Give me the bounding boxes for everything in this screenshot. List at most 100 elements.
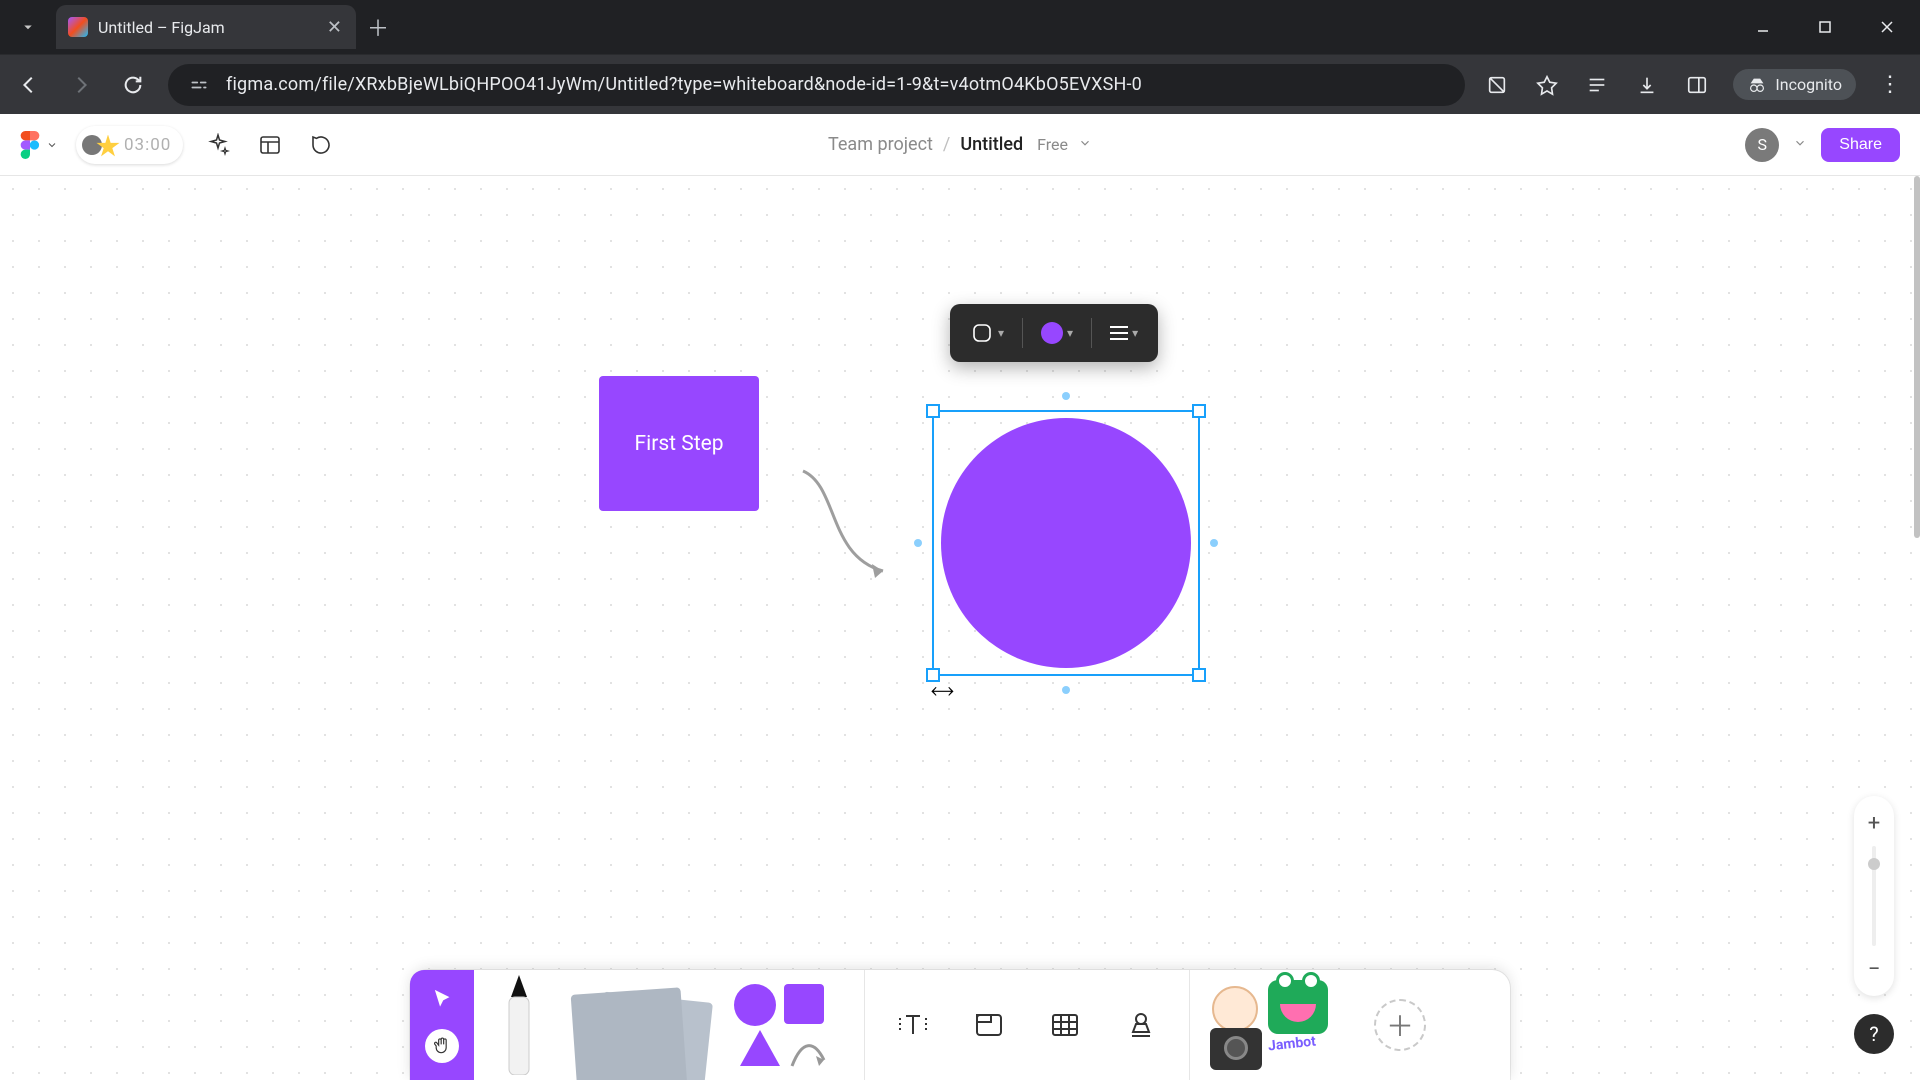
connector-icon: [788, 1036, 828, 1070]
browser-menu-button[interactable]: ⋮: [1878, 72, 1902, 97]
widgets-tool[interactable]: Jambot: [1210, 980, 1340, 1070]
comment-icon: [310, 133, 334, 157]
rounded-square-icon: [970, 321, 994, 345]
select-tool-group: [410, 970, 474, 1080]
forward-button[interactable]: [64, 68, 98, 102]
window-maximize-button[interactable]: [1796, 5, 1854, 49]
connector-arrow[interactable]: [798, 466, 898, 586]
figma-main-menu[interactable]: [20, 131, 58, 159]
chevron-down-icon: ▾: [1067, 326, 1073, 340]
vertical-scrollbar[interactable]: [1914, 176, 1920, 538]
text-tool[interactable]: [885, 997, 941, 1053]
marker-tool[interactable]: [494, 975, 544, 1075]
hand-tool[interactable]: [425, 1029, 459, 1063]
ctx-shape-picker[interactable]: ▾: [964, 321, 1010, 345]
panel-toggle-button[interactable]: [253, 128, 287, 162]
shapes-tool[interactable]: [734, 980, 844, 1070]
zoom-control: + −: [1854, 796, 1894, 996]
ai-actions-button[interactable]: [201, 128, 235, 162]
reading-list-icon[interactable]: [1583, 71, 1611, 99]
breadcrumb-separator: /: [943, 134, 950, 155]
sparkle-icon: [206, 133, 230, 157]
breadcrumb-file[interactable]: Untitled: [960, 134, 1023, 155]
browser-tab-title: Untitled – FigJam: [98, 18, 317, 37]
ctx-text-align[interactable]: ▾: [1104, 326, 1144, 340]
stamp-tool[interactable]: [1113, 997, 1169, 1053]
zoom-in-button[interactable]: +: [1857, 806, 1891, 840]
zoom-slider[interactable]: [1872, 846, 1876, 946]
timer-button[interactable]: 03:00: [76, 126, 183, 164]
connector-handle-left[interactable]: [914, 539, 922, 547]
resize-handle-bottom-left[interactable]: [926, 668, 940, 682]
resize-handle-bottom-right[interactable]: [1192, 668, 1206, 682]
timer-icon: [82, 130, 118, 160]
ctx-color-picker[interactable]: ▾: [1035, 322, 1079, 344]
back-button[interactable]: [12, 68, 46, 102]
chevron-down-icon: [46, 139, 58, 151]
shape-rectangle-first-step[interactable]: First Step: [599, 376, 759, 511]
incognito-indicator[interactable]: Incognito: [1733, 69, 1856, 100]
downloads-icon[interactable]: [1633, 71, 1661, 99]
zoom-slider-thumb[interactable]: [1868, 858, 1880, 870]
avatar-initial: S: [1758, 135, 1768, 154]
plan-chevron-icon[interactable]: [1078, 134, 1092, 155]
window-close-button[interactable]: [1858, 5, 1916, 49]
canvas[interactable]: First Step ⤢ ▾ ▾ ▾: [0, 176, 1920, 1080]
select-tool[interactable]: [431, 988, 453, 1014]
bottom-toolbar: Jambot ＋: [410, 970, 1510, 1080]
timer-value: 03:00: [124, 135, 171, 155]
circle-icon: [734, 984, 776, 1026]
side-panel-icon[interactable]: [1683, 71, 1711, 99]
widgets-section: Jambot ＋: [1190, 970, 1446, 1080]
ctx-divider: [1022, 318, 1023, 348]
ctx-divider: [1091, 318, 1092, 348]
resize-handle-top-right[interactable]: [1192, 404, 1206, 418]
address-bar[interactable]: figma.com/file/XRxbBjeWLbiQHPOO41JyWm/Un…: [168, 64, 1465, 106]
sticky-icon: [571, 987, 688, 1080]
resize-handle-top-left[interactable]: [926, 404, 940, 418]
face-sticker-icon: [1212, 986, 1258, 1032]
share-button[interactable]: Share: [1821, 128, 1900, 162]
chevron-down-icon: ▾: [1132, 326, 1138, 340]
selection-bounding-box[interactable]: [932, 410, 1200, 676]
layout-tools-section: [865, 970, 1189, 1080]
table-tool[interactable]: [1037, 997, 1093, 1053]
reload-button[interactable]: [116, 68, 150, 102]
window-minimize-button[interactable]: [1734, 5, 1792, 49]
install-app-icon[interactable]: [1483, 71, 1511, 99]
bookmark-star-icon[interactable]: [1533, 71, 1561, 99]
app-header: 03:00 Team project / Untitled Free S Sha…: [0, 114, 1920, 176]
sticky-note-tool[interactable]: [564, 975, 714, 1075]
panel-icon: [258, 133, 282, 157]
new-tab-button[interactable]: ＋: [356, 11, 400, 43]
color-swatch-icon: [1041, 322, 1063, 344]
breadcrumb-project[interactable]: Team project: [828, 134, 933, 155]
zoom-out-button[interactable]: −: [1857, 952, 1891, 986]
browser-toolbar: figma.com/file/XRxbBjeWLbiQHPOO41JyWm/Un…: [0, 54, 1920, 114]
browser-titlebar: Untitled – FigJam ✕ ＋: [0, 0, 1920, 54]
browser-tab[interactable]: Untitled – FigJam ✕: [56, 5, 356, 49]
comments-button[interactable]: [305, 128, 339, 162]
tab-search-button[interactable]: [6, 5, 50, 49]
jambot-sticker-icon: Jambot: [1267, 1034, 1316, 1055]
chevron-down-icon: ▾: [998, 326, 1004, 340]
triangle-icon: [740, 1030, 780, 1066]
site-settings-icon[interactable]: [186, 72, 212, 98]
avatar-chevron-icon[interactable]: [1793, 135, 1807, 154]
tab-close-button[interactable]: ✕: [327, 17, 342, 38]
shape-rectangle-label: First Step: [634, 432, 723, 456]
figma-logo-icon: [20, 131, 40, 159]
figma-favicon-icon: [68, 17, 88, 37]
camera-sticker-icon: [1210, 1028, 1262, 1070]
connector-handle-bottom[interactable]: [1062, 686, 1070, 694]
connector-handle-right[interactable]: [1210, 539, 1218, 547]
section-tool[interactable]: [961, 997, 1017, 1053]
user-avatar[interactable]: S: [1745, 128, 1779, 162]
plan-badge[interactable]: Free: [1037, 135, 1068, 154]
help-button[interactable]: ?: [1854, 1014, 1894, 1054]
connector-handle-top[interactable]: [1062, 392, 1070, 400]
incognito-label: Incognito: [1775, 75, 1842, 94]
drawing-tools-section: [474, 970, 864, 1080]
selection-context-toolbar: ▾ ▾ ▾: [950, 304, 1158, 362]
more-tools-button[interactable]: ＋: [1374, 999, 1426, 1051]
